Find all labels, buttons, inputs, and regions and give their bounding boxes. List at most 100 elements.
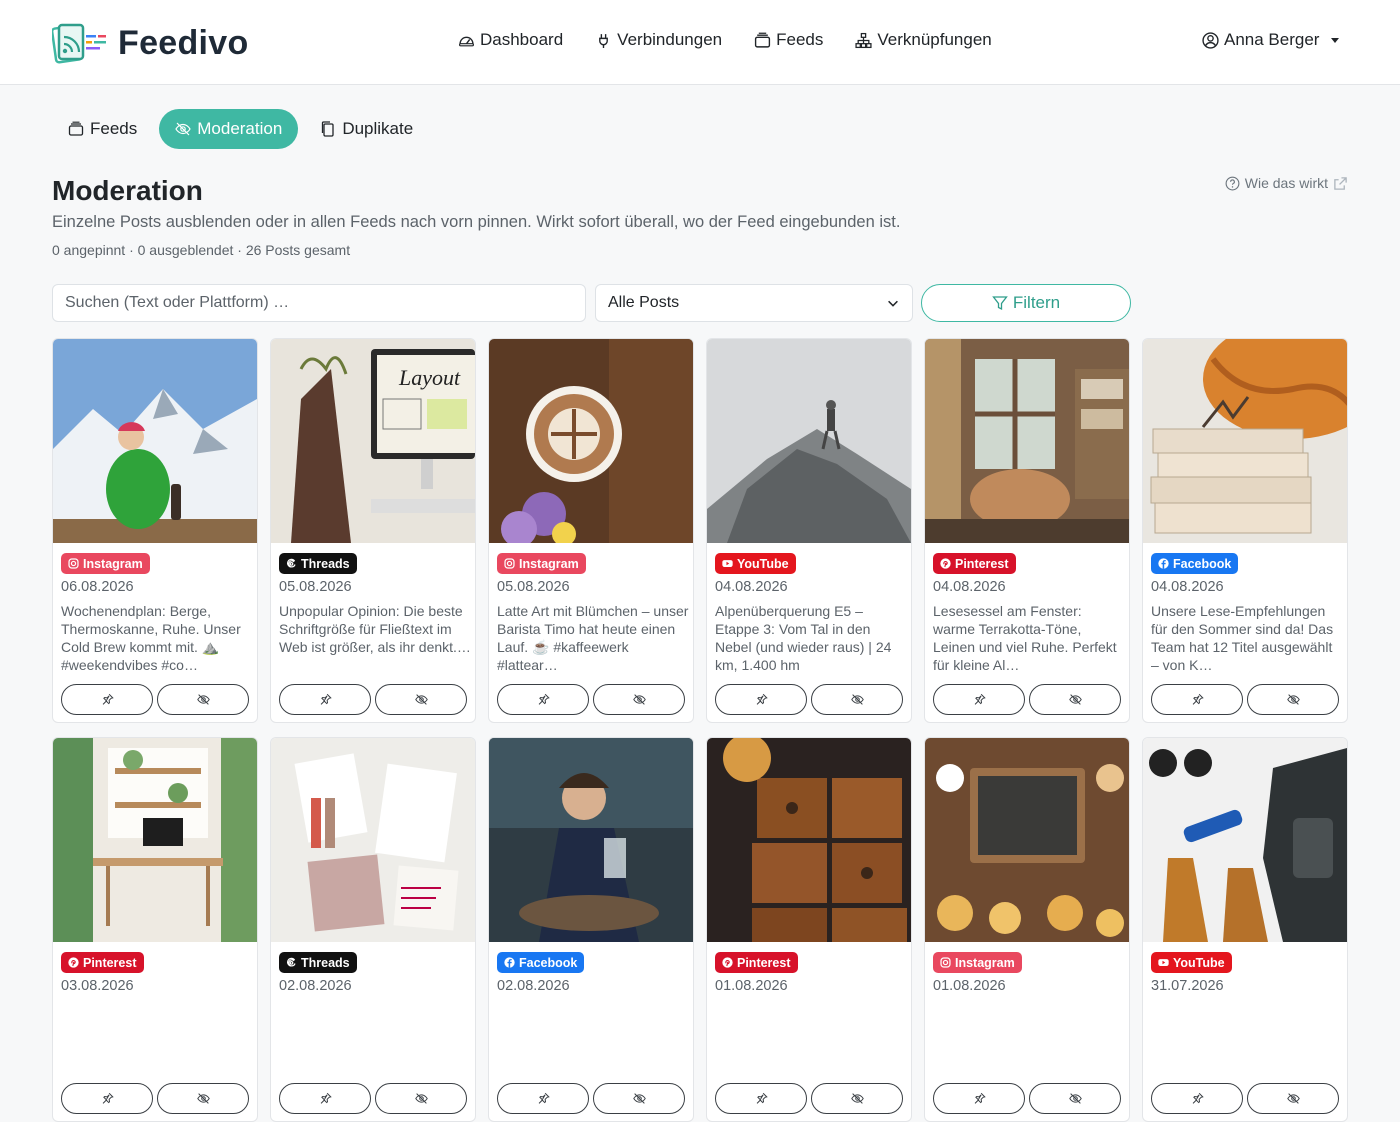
pin-icon bbox=[538, 1092, 550, 1104]
platform-badge: Facebook bbox=[1151, 553, 1239, 574]
pinterest-icon bbox=[722, 957, 733, 968]
hide-button[interactable] bbox=[1247, 1083, 1339, 1114]
post-card: Instagram 01.08.2026 bbox=[924, 737, 1130, 1122]
pin-button[interactable] bbox=[279, 1083, 371, 1114]
external-link-icon bbox=[1334, 176, 1347, 190]
pin-icon bbox=[756, 1092, 768, 1104]
pin-button[interactable] bbox=[1151, 1083, 1243, 1114]
pin-button[interactable] bbox=[497, 684, 589, 715]
facebook-icon bbox=[504, 957, 515, 968]
post-filter-select[interactable]: Alle Posts bbox=[595, 284, 913, 322]
search-input[interactable] bbox=[52, 284, 586, 322]
post-image[interactable] bbox=[489, 339, 693, 543]
pin-button[interactable] bbox=[279, 684, 371, 715]
post-actions bbox=[279, 1083, 467, 1114]
platform-label: YouTube bbox=[737, 556, 789, 571]
pin-button[interactable] bbox=[933, 684, 1025, 715]
post-image[interactable] bbox=[53, 738, 257, 942]
nav-label: Feeds bbox=[776, 30, 824, 49]
tab-duplikate[interactable]: Duplikate bbox=[304, 109, 429, 149]
post-date: 06.08.2026 bbox=[61, 579, 134, 595]
pin-icon bbox=[974, 1092, 986, 1104]
post-image[interactable] bbox=[489, 738, 693, 942]
pin-button[interactable] bbox=[715, 684, 807, 715]
post-card: Threads 02.08.2026 bbox=[270, 737, 476, 1122]
app-name: Feedivo bbox=[118, 23, 249, 62]
post-text: Wochenendplan: Berge, Thermoskanne, Ruhe… bbox=[61, 603, 241, 673]
nav-dashboard[interactable]: Dashboard bbox=[458, 30, 563, 50]
post-image[interactable] bbox=[925, 738, 1129, 942]
hide-button[interactable] bbox=[1247, 684, 1339, 715]
post-image[interactable] bbox=[925, 339, 1129, 543]
post-actions bbox=[715, 1083, 903, 1114]
platform-label: Pinterest bbox=[83, 955, 137, 970]
hide-button[interactable] bbox=[375, 684, 467, 715]
hide-button[interactable] bbox=[157, 1083, 249, 1114]
post-image[interactable] bbox=[707, 738, 911, 942]
eye-slash-icon bbox=[414, 1093, 428, 1104]
platform-badge: YouTube bbox=[715, 553, 796, 574]
pin-button[interactable] bbox=[497, 1083, 589, 1114]
post-image[interactable]: Layout bbox=[271, 339, 475, 543]
post-text: Unsere Lese-Empfehlungen für den Sommer … bbox=[1151, 603, 1334, 673]
post-image[interactable] bbox=[53, 339, 257, 543]
tab-feeds[interactable]: Feeds bbox=[52, 109, 153, 149]
instagram-icon bbox=[68, 558, 79, 569]
pin-button[interactable] bbox=[715, 1083, 807, 1114]
post-actions bbox=[497, 684, 685, 715]
app-logo[interactable]: Feedivo bbox=[52, 21, 249, 65]
post-image[interactable] bbox=[1143, 738, 1347, 942]
post-image[interactable] bbox=[271, 738, 475, 942]
stack-icon bbox=[755, 32, 771, 48]
nav-label: Verknüpfungen bbox=[877, 30, 992, 49]
post-date: 31.07.2026 bbox=[1151, 978, 1224, 994]
pin-button[interactable] bbox=[933, 1083, 1025, 1114]
post-actions bbox=[279, 684, 467, 715]
pin-icon bbox=[102, 693, 114, 705]
nav-verbindungen[interactable]: Verbindungen bbox=[595, 30, 722, 50]
pin-icon bbox=[102, 1092, 114, 1104]
platform-badge: Pinterest bbox=[933, 553, 1016, 574]
hide-button[interactable] bbox=[1029, 684, 1121, 715]
post-card: Pinterest 03.08.2026 bbox=[52, 737, 258, 1122]
post-actions bbox=[933, 1083, 1121, 1114]
hide-button[interactable] bbox=[157, 684, 249, 715]
pin-button[interactable] bbox=[1151, 684, 1243, 715]
hide-button[interactable] bbox=[593, 684, 685, 715]
pin-button[interactable] bbox=[61, 684, 153, 715]
platform-badge: Pinterest bbox=[61, 952, 144, 973]
post-actions bbox=[1151, 684, 1339, 715]
filter-button[interactable]: Filtern bbox=[921, 284, 1131, 322]
pinterest-icon bbox=[68, 957, 79, 968]
platform-badge: YouTube bbox=[1151, 952, 1232, 973]
hide-button[interactable] bbox=[1029, 1083, 1121, 1114]
post-card: YouTube 31.07.2026 bbox=[1142, 737, 1348, 1122]
help-link[interactable]: Wie das wirkt bbox=[1225, 175, 1348, 191]
nav-verknuepfungen[interactable]: Verknüpfungen bbox=[855, 30, 992, 50]
nav-label: Verbindungen bbox=[617, 30, 723, 49]
pin-icon bbox=[974, 693, 986, 705]
subnav-tabs: Feeds Moderation Duplikate bbox=[52, 109, 429, 149]
pinterest-icon bbox=[940, 558, 951, 569]
help-link-label: Wie das wirkt bbox=[1244, 175, 1328, 191]
post-date: 02.08.2026 bbox=[497, 978, 570, 994]
pin-button[interactable] bbox=[61, 1083, 153, 1114]
hide-button[interactable] bbox=[811, 1083, 903, 1114]
post-image[interactable] bbox=[1143, 339, 1347, 543]
hide-button[interactable] bbox=[375, 1083, 467, 1114]
hide-button[interactable] bbox=[811, 684, 903, 715]
user-menu[interactable]: Anna Berger bbox=[1202, 30, 1340, 50]
instagram-icon bbox=[504, 558, 515, 569]
post-actions bbox=[933, 684, 1121, 715]
post-image[interactable] bbox=[707, 339, 911, 543]
eye-slash-icon bbox=[1068, 1093, 1082, 1104]
plug-icon bbox=[599, 33, 609, 48]
post-date: 01.08.2026 bbox=[933, 978, 1006, 994]
post-actions bbox=[61, 684, 249, 715]
post-date: 05.08.2026 bbox=[497, 579, 570, 595]
tab-moderation[interactable]: Moderation bbox=[159, 109, 299, 149]
nav-feeds[interactable]: Feeds bbox=[754, 30, 823, 50]
moderation-stats: 0 angepinnt · 0 ausgeblendet · 26 Posts … bbox=[52, 242, 351, 258]
copy-icon bbox=[322, 121, 334, 137]
hide-button[interactable] bbox=[593, 1083, 685, 1114]
